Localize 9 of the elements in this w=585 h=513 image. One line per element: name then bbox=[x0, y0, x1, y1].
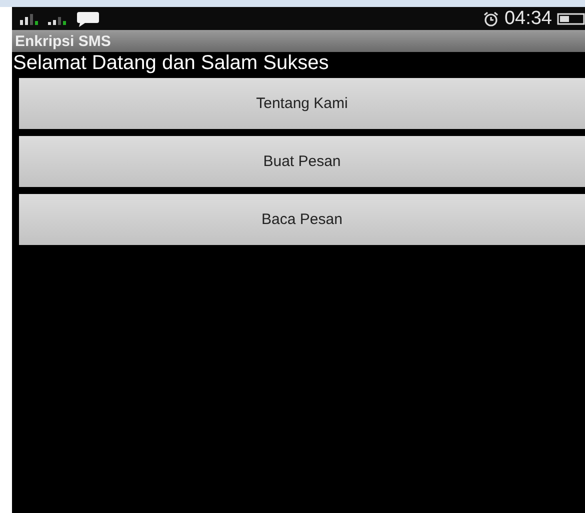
alarm-clock-icon bbox=[483, 10, 500, 26]
menu-button[interactable]: Buat Pesan bbox=[19, 136, 585, 187]
greeting-text: Selamat Datang dan Salam Sukses bbox=[12, 52, 330, 75]
battery-icon bbox=[557, 12, 585, 24]
chat-bubble-icon bbox=[76, 10, 100, 26]
menu-button[interactable]: Tentang Kami bbox=[19, 78, 585, 129]
clock-time: 04:34 bbox=[504, 8, 552, 30]
menu-button[interactable]: Baca Pesan bbox=[19, 194, 585, 245]
app-title: Enkripsi SMS bbox=[15, 32, 111, 50]
